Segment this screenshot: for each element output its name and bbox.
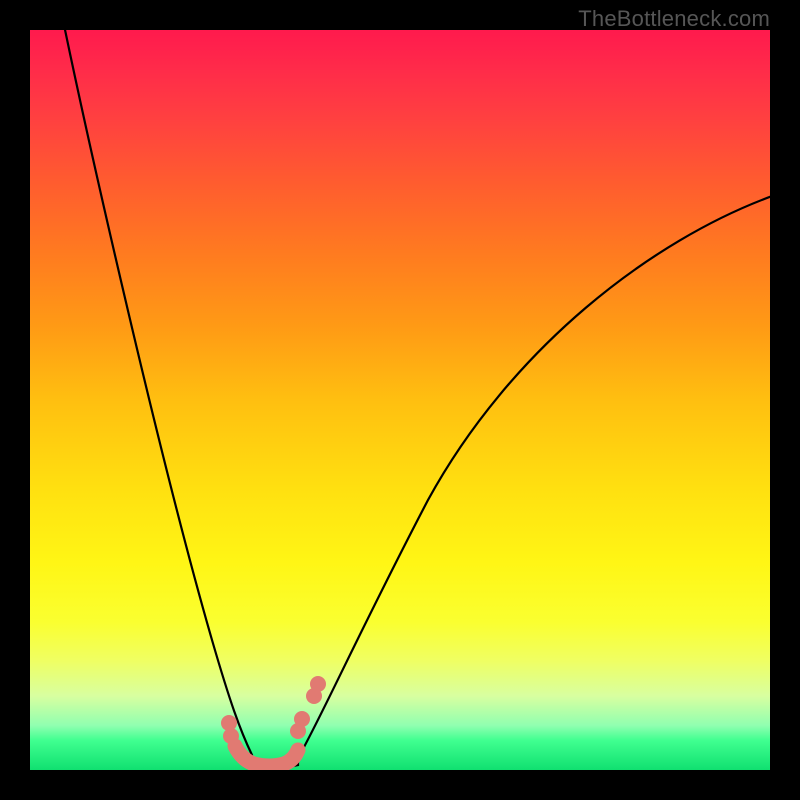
chart-frame: TheBottleneck.com [0,0,800,800]
curve-svg [30,30,770,770]
valley-stroke [235,746,298,766]
bottleneck-curve [64,30,770,768]
plot-area [30,30,770,770]
attribution-label: TheBottleneck.com [578,6,770,32]
